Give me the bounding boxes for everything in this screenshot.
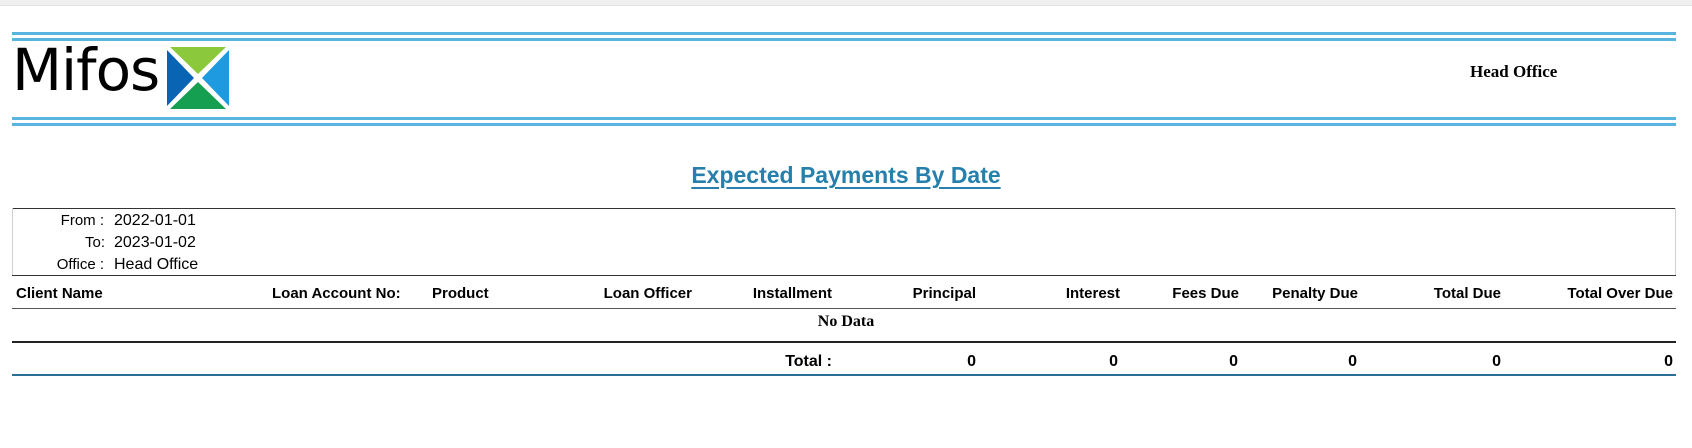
col-header-principal: Principal [912, 285, 976, 302]
browser-top-strip [0, 0, 1692, 6]
total-penalty-due: 0 [1348, 353, 1357, 370]
col-header-installment: Installment [752, 285, 832, 302]
header-rule-top-2 [12, 38, 1676, 41]
mifos-logo: Mifos [12, 41, 232, 109]
totals-bottom-rule [12, 374, 1676, 376]
header-rule-top-1 [12, 32, 1676, 35]
col-header-penalty-due: Penalty Due [1272, 285, 1358, 302]
header-rule-bottom-1 [12, 117, 1676, 120]
param-office-value: Head Office [114, 256, 199, 273]
col-header-interest: Interest [1065, 285, 1120, 302]
col-header-loan-officer: Loan Officer [603, 285, 692, 302]
col-header-client-name: Client Name [16, 285, 103, 302]
totals-top-rule [12, 341, 1676, 343]
col-header-product: Product [432, 285, 489, 302]
table-header-top-rule [12, 275, 1676, 276]
params-box-right [1675, 208, 1676, 275]
header-rule-bottom-2 [12, 123, 1676, 126]
report-title-text: Expected Payments By Date [691, 162, 1001, 188]
params-box-left [12, 208, 13, 275]
table-header-bottom-rule [12, 308, 1676, 309]
no-data-message: No Data [817, 313, 875, 330]
param-from-value: 2022-01-01 [114, 212, 196, 229]
col-header-total-over-due: Total Over Due [1567, 285, 1673, 302]
total-fees-due: 0 [1229, 353, 1238, 370]
header-office-name: Head Office [1470, 62, 1558, 81]
total-interest: 0 [1109, 353, 1118, 370]
col-header-fees-due: Fees Due [1172, 285, 1239, 302]
col-header-loan-account-no: Loan Account No: [272, 285, 401, 302]
col-header-total-due: Total Due [1433, 285, 1501, 302]
total-total-over-due: 0 [1664, 353, 1673, 370]
mifos-x-icon [167, 47, 229, 109]
total-total-due: 0 [1492, 353, 1501, 370]
total-principal: 0 [967, 353, 976, 370]
param-to-value: 2023-01-02 [114, 234, 196, 251]
logo-text: Mifos [12, 36, 160, 104]
report-title: Expected Payments By Date [0, 162, 1692, 189]
totals-label: Total : [785, 353, 832, 370]
params-box-top [12, 208, 1676, 209]
